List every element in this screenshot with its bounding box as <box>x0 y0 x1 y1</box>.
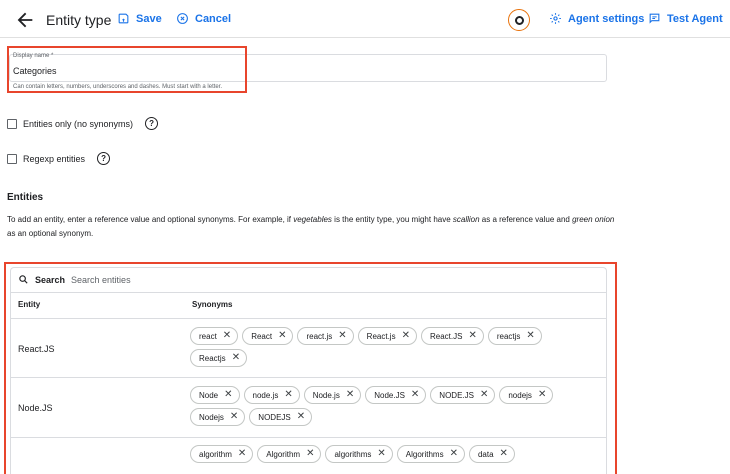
entities-description: To add an entity, enter a reference valu… <box>7 213 617 241</box>
entities-highlight <box>4 262 617 474</box>
desc-emphasis: green onion <box>572 215 615 224</box>
page-title: Entity type <box>46 12 112 28</box>
entities-only-option: Entities only (no synonyms) ? <box>7 117 159 130</box>
save-button[interactable]: Save <box>117 12 162 25</box>
regexp-option: Regexp entities ? <box>7 152 111 165</box>
test-agent-button[interactable]: Test Agent <box>648 12 723 25</box>
save-label: Save <box>136 12 162 25</box>
desc-emphasis: scallion <box>452 215 480 224</box>
regexp-label: Regexp entities <box>23 153 86 164</box>
save-icon <box>118 13 129 24</box>
agent-settings-button[interactable]: Agent settings <box>549 12 644 25</box>
cancel-label: Cancel <box>195 12 232 25</box>
chat-icon <box>649 13 660 24</box>
help-icon[interactable]: ? <box>145 117 159 130</box>
help-icon[interactable]: ? <box>97 152 111 165</box>
agent-settings-label: Agent settings <box>568 12 645 25</box>
desc-text: is the entity type, you might have <box>331 215 453 224</box>
cancel-icon <box>177 13 188 24</box>
cancel-button[interactable]: Cancel <box>176 12 231 25</box>
desc-text: as a reference value and <box>479 215 573 224</box>
desc-emphasis: vegetables <box>293 215 332 224</box>
regexp-checkbox[interactable] <box>7 153 17 164</box>
gear-icon <box>550 13 561 24</box>
entities-only-label: Entities only (no synonyms) <box>23 118 134 129</box>
test-agent-label: Test Agent <box>667 12 723 25</box>
entities-heading: Entities <box>7 192 44 203</box>
ring-icon <box>514 15 524 25</box>
avatar-status-button[interactable] <box>508 9 530 31</box>
desc-text: as an optional synonym. <box>7 229 94 238</box>
entities-only-checkbox[interactable] <box>7 118 17 129</box>
top-bar: Entity type Save Cancel Agent settings T… <box>0 0 730 38</box>
desc-text: To add an entity, enter a reference valu… <box>7 215 294 224</box>
back-arrow-icon[interactable] <box>14 9 36 31</box>
display-name-highlight <box>7 46 247 93</box>
